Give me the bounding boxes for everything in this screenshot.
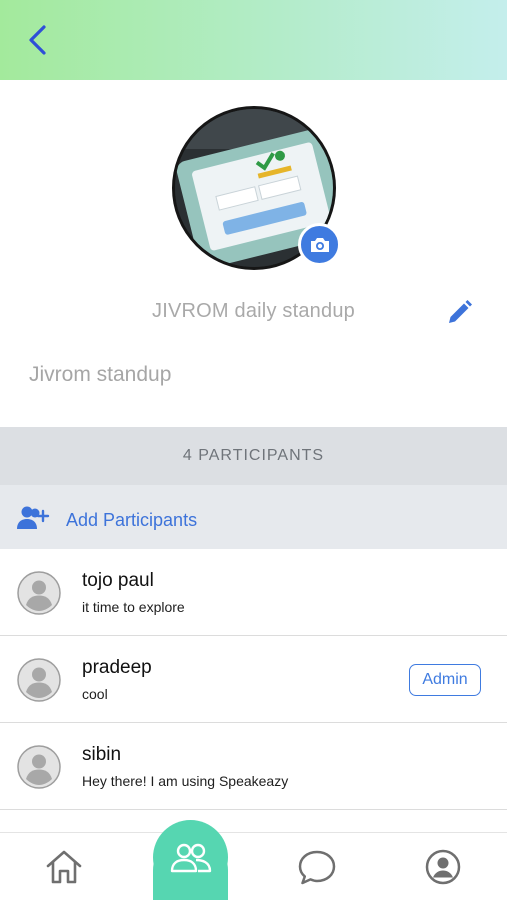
participants-header: 4 PARTICIPANTS [0, 427, 507, 485]
home-icon [46, 850, 82, 884]
participant-name: sibin [82, 744, 122, 765]
add-participants-label: Add Participants [66, 510, 198, 530]
add-user-icon [17, 506, 50, 529]
avatar-placeholder-icon [17, 745, 61, 789]
participant-row[interactable]: sibin Hey there! I am using Speakeazy [0, 723, 507, 810]
participants-count: 4 PARTICIPANTS [182, 447, 325, 464]
groups-icon [170, 843, 211, 872]
bottom-tab-bar [0, 820, 507, 900]
participants-list: tojo paul it time to explore pradeep coo… [0, 549, 507, 810]
chevron-left-icon [29, 25, 46, 55]
participant-name: tojo paul [82, 570, 154, 591]
admin-badge: Admin [409, 664, 481, 696]
change-photo-button[interactable] [298, 223, 341, 266]
camera-icon [310, 237, 329, 252]
back-button[interactable] [22, 22, 56, 58]
add-participants-button[interactable]: Add Participants [0, 485, 507, 549]
edit-group-name-button[interactable] [444, 298, 474, 328]
group-photo-container [172, 106, 341, 270]
avatar-placeholder-icon [17, 571, 61, 615]
participant-status: cool [82, 686, 108, 702]
avatar-placeholder-icon [17, 658, 61, 702]
participant-status: it time to explore [82, 599, 185, 615]
group-description: Jivrom standup [29, 363, 172, 386]
chat-icon [298, 850, 336, 885]
tab-groups-active-circle[interactable] [153, 820, 228, 895]
participant-row[interactable]: pradeep cool Admin [0, 636, 507, 723]
group-name: JIVROM daily standup [152, 300, 355, 322]
pencil-icon [449, 300, 472, 323]
header-bar [0, 0, 507, 80]
participant-name: pradeep [82, 657, 152, 678]
participant-status: Hey there! I am using Speakeazy [82, 773, 289, 789]
tab-groups[interactable] [153, 820, 228, 900]
tab-profile[interactable] [403, 833, 483, 900]
profile-icon [425, 849, 461, 885]
participant-row[interactable]: tojo paul it time to explore [0, 549, 507, 636]
tab-home[interactable] [24, 833, 104, 900]
tab-chat[interactable] [277, 833, 357, 900]
